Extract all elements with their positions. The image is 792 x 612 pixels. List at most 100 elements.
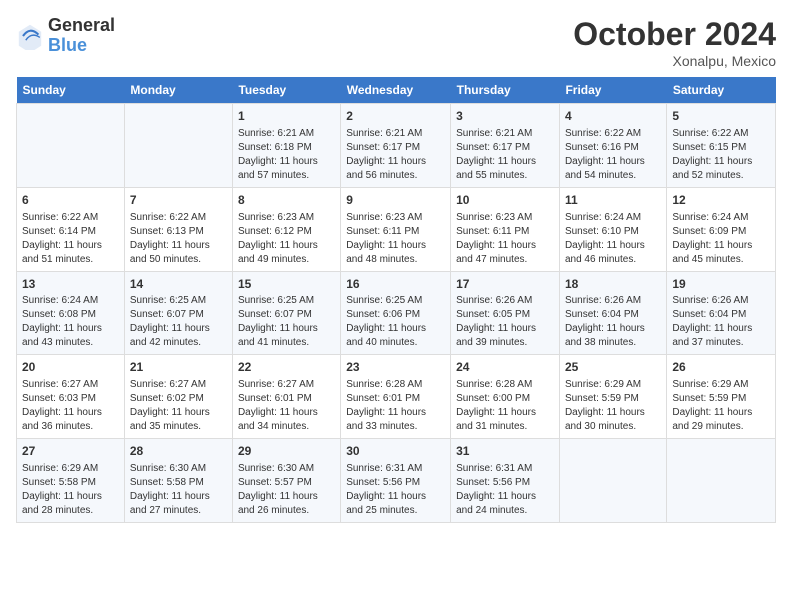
calendar-cell: 20Sunrise: 6:27 AM Sunset: 6:03 PM Dayli…: [17, 355, 125, 439]
calendar-cell: 31 Sunrise: 6:31 AM Sunset: 5:56 PM Dayli…: [451, 439, 560, 523]
header-row: SundayMondayTuesdayWednesdayThursdayFrid…: [17, 77, 776, 104]
day-number: 12: [672, 192, 770, 209]
calendar-cell: 30 Sunrise: 6:31 AM Sunset: 5:56 PM Dayli…: [341, 439, 451, 523]
calendar-cell: 4Sunrise: 6:22 AM Sunset: 6:16 PM Daylig…: [559, 104, 666, 188]
day-header-friday: Friday: [559, 77, 666, 104]
week-row-2: 6 Sunrise: 6:22 AM Sunset: 6:14 PM Daylig…: [17, 187, 776, 271]
day-info: Sunrise: 6:22 AM Sunset: 6:14 PM Dayligh…: [22, 211, 119, 267]
day-info: Sunrise: 6:23 AM Sunset: 6:12 PM Dayligh…: [238, 211, 335, 267]
day-info: Sunrise: 6:31 AM Sunset: 5:56 PM Dayligh…: [346, 462, 445, 518]
day-info: Sunrise: 6:25 AM Sunset: 6:07 PM Dayligh…: [130, 294, 227, 350]
day-info: Sunrise: 6:30 AM Sunset: 5:57 PM Dayligh…: [238, 462, 335, 518]
location: Xonalpu, Mexico: [573, 53, 776, 69]
day-info: Sunrise: 6:29 AM Sunset: 5:58 PM Dayligh…: [22, 462, 119, 518]
day-info: Sunrise: 6:30 AM Sunset: 5:58 PM Dayligh…: [130, 462, 227, 518]
day-info: Sunrise: 6:31 AM Sunset: 5:56 PM Dayligh…: [456, 462, 554, 518]
day-info: Sunrise: 6:27 AM Sunset: 6:03 PM Dayligh…: [22, 378, 119, 434]
day-number: 13: [22, 276, 119, 293]
month-title: October 2024: [573, 16, 776, 53]
day-info: Sunrise: 6:29 AM Sunset: 5:59 PM Dayligh…: [672, 378, 770, 434]
day-number: 1: [238, 108, 335, 125]
calendar-cell: 3 Sunrise: 6:21 AM Sunset: 6:17 PM Daylig…: [451, 104, 560, 188]
day-number: 16: [346, 276, 445, 293]
logo-line2: Blue: [48, 36, 115, 56]
calendar-cell: 15Sunrise: 6:25 AM Sunset: 6:07 PM Dayli…: [232, 271, 340, 355]
day-number: 31: [456, 443, 554, 460]
day-info: Sunrise: 6:26 AM Sunset: 6:05 PM Dayligh…: [456, 294, 554, 350]
day-number: 25: [565, 359, 661, 376]
calendar-cell: [559, 439, 666, 523]
day-info: Sunrise: 6:22 AM Sunset: 6:15 PM Dayligh…: [672, 127, 770, 183]
day-info: Sunrise: 6:24 AM Sunset: 6:08 PM Dayligh…: [22, 294, 119, 350]
day-number: 29: [238, 443, 335, 460]
day-header-saturday: Saturday: [667, 77, 776, 104]
day-info: Sunrise: 6:23 AM Sunset: 6:11 PM Dayligh…: [456, 211, 554, 267]
day-number: 27: [22, 443, 119, 460]
calendar-cell: 14Sunrise: 6:25 AM Sunset: 6:07 PM Dayli…: [124, 271, 232, 355]
day-number: 10: [456, 192, 554, 209]
calendar-header: SundayMondayTuesdayWednesdayThursdayFrid…: [17, 77, 776, 104]
day-info: Sunrise: 6:26 AM Sunset: 6:04 PM Dayligh…: [565, 294, 661, 350]
day-number: 9: [346, 192, 445, 209]
day-header-monday: Monday: [124, 77, 232, 104]
day-number: 22: [238, 359, 335, 376]
title-block: October 2024 Xonalpu, Mexico: [573, 16, 776, 69]
day-info: Sunrise: 6:25 AM Sunset: 6:07 PM Dayligh…: [238, 294, 335, 350]
calendar-cell: 7Sunrise: 6:22 AM Sunset: 6:13 PM Daylig…: [124, 187, 232, 271]
calendar-body: 1 Sunrise: 6:21 AM Sunset: 6:18 PM Daylig…: [17, 104, 776, 523]
day-header-tuesday: Tuesday: [232, 77, 340, 104]
day-header-wednesday: Wednesday: [341, 77, 451, 104]
day-number: 28: [130, 443, 227, 460]
day-number: 7: [130, 192, 227, 209]
day-info: Sunrise: 6:26 AM Sunset: 6:04 PM Dayligh…: [672, 294, 770, 350]
calendar-cell: 16Sunrise: 6:25 AM Sunset: 6:06 PM Dayli…: [341, 271, 451, 355]
day-info: Sunrise: 6:28 AM Sunset: 6:00 PM Dayligh…: [456, 378, 554, 434]
calendar-cell: 5 Sunrise: 6:22 AM Sunset: 6:15 PM Daylig…: [667, 104, 776, 188]
calendar-cell: 24Sunrise: 6:28 AM Sunset: 6:00 PM Dayli…: [451, 355, 560, 439]
day-info: Sunrise: 6:29 AM Sunset: 5:59 PM Dayligh…: [565, 378, 661, 434]
logo-line1: General: [48, 16, 115, 36]
calendar-cell: 8 Sunrise: 6:23 AM Sunset: 6:12 PM Daylig…: [232, 187, 340, 271]
day-number: 8: [238, 192, 335, 209]
calendar-cell: 23 Sunrise: 6:28 AM Sunset: 6:01 PM Dayli…: [341, 355, 451, 439]
calendar-cell: 21 Sunrise: 6:27 AM Sunset: 6:02 PM Dayli…: [124, 355, 232, 439]
day-number: 21: [130, 359, 227, 376]
calendar-cell: 11Sunrise: 6:24 AM Sunset: 6:10 PM Dayli…: [559, 187, 666, 271]
calendar-cell: [667, 439, 776, 523]
day-number: 23: [346, 359, 445, 376]
day-number: 5: [672, 108, 770, 125]
week-row-5: 27 Sunrise: 6:29 AM Sunset: 5:58 PM Dayli…: [17, 439, 776, 523]
day-number: 15: [238, 276, 335, 293]
day-info: Sunrise: 6:24 AM Sunset: 6:10 PM Dayligh…: [565, 211, 661, 267]
day-number: 3: [456, 108, 554, 125]
day-number: 30: [346, 443, 445, 460]
calendar-cell: 10 Sunrise: 6:23 AM Sunset: 6:11 PM Dayli…: [451, 187, 560, 271]
day-number: 26: [672, 359, 770, 376]
logo-icon: [16, 22, 44, 50]
week-row-4: 20Sunrise: 6:27 AM Sunset: 6:03 PM Dayli…: [17, 355, 776, 439]
day-info: Sunrise: 6:23 AM Sunset: 6:11 PM Dayligh…: [346, 211, 445, 267]
calendar-cell: 22Sunrise: 6:27 AM Sunset: 6:01 PM Dayli…: [232, 355, 340, 439]
day-number: 19: [672, 276, 770, 293]
calendar-cell: 12 Sunrise: 6:24 AM Sunset: 6:09 PM Dayli…: [667, 187, 776, 271]
calendar-cell: [17, 104, 125, 188]
day-info: Sunrise: 6:21 AM Sunset: 6:18 PM Dayligh…: [238, 127, 335, 183]
day-number: 6: [22, 192, 119, 209]
day-info: Sunrise: 6:28 AM Sunset: 6:01 PM Dayligh…: [346, 378, 445, 434]
calendar-cell: 6 Sunrise: 6:22 AM Sunset: 6:14 PM Daylig…: [17, 187, 125, 271]
day-info: Sunrise: 6:24 AM Sunset: 6:09 PM Dayligh…: [672, 211, 770, 267]
day-number: 2: [346, 108, 445, 125]
day-header-thursday: Thursday: [451, 77, 560, 104]
calendar-cell: 2 Sunrise: 6:21 AM Sunset: 6:17 PM Daylig…: [341, 104, 451, 188]
day-info: Sunrise: 6:21 AM Sunset: 6:17 PM Dayligh…: [346, 127, 445, 183]
calendar-cell: 18Sunrise: 6:26 AM Sunset: 6:04 PM Dayli…: [559, 271, 666, 355]
calendar-cell: 13Sunrise: 6:24 AM Sunset: 6:08 PM Dayli…: [17, 271, 125, 355]
calendar-cell: 17Sunrise: 6:26 AM Sunset: 6:05 PM Dayli…: [451, 271, 560, 355]
calendar-cell: 28 Sunrise: 6:30 AM Sunset: 5:58 PM Dayli…: [124, 439, 232, 523]
day-info: Sunrise: 6:21 AM Sunset: 6:17 PM Dayligh…: [456, 127, 554, 183]
calendar-cell: 25 Sunrise: 6:29 AM Sunset: 5:59 PM Dayli…: [559, 355, 666, 439]
day-header-sunday: Sunday: [17, 77, 125, 104]
calendar-cell: [124, 104, 232, 188]
calendar-cell: 26 Sunrise: 6:29 AM Sunset: 5:59 PM Dayli…: [667, 355, 776, 439]
day-info: Sunrise: 6:27 AM Sunset: 6:02 PM Dayligh…: [130, 378, 227, 434]
